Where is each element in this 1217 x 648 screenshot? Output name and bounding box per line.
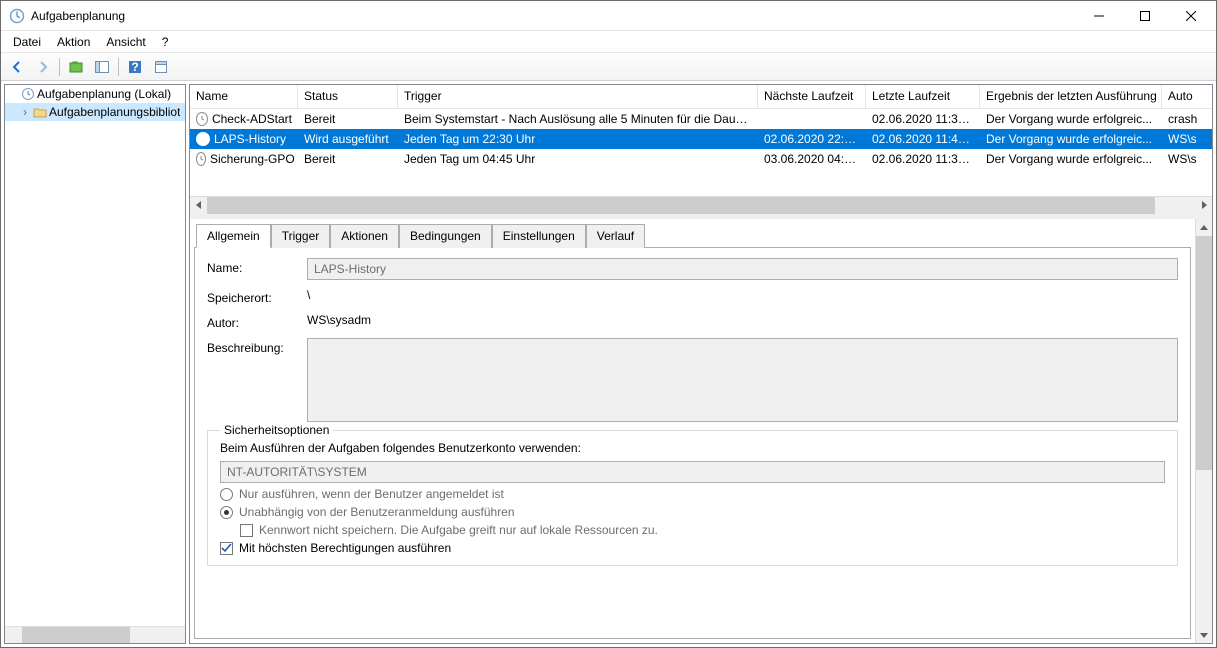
app-icon [9, 8, 25, 24]
scroll-left-icon[interactable] [190, 197, 207, 214]
col-name[interactable]: Name [190, 85, 298, 108]
menu-file[interactable]: Datei [5, 33, 49, 51]
navigation-tree[interactable]: Aufgabenplanung (Lokal) › Aufgabenplanun… [4, 84, 186, 644]
tab-general[interactable]: Allgemein [196, 224, 271, 248]
location-label: Speicherort: [207, 288, 307, 305]
show-hide-tree-button[interactable] [90, 55, 114, 79]
tree-item-label: Aufgabenplanungsbibliot [49, 105, 180, 119]
task-scheduler-window: Aufgabenplanung Datei Aktion Ansicht ? ? [0, 0, 1217, 648]
table-row[interactable]: Check-ADStart Bereit Beim Systemstart - … [190, 109, 1212, 129]
col-author[interactable]: Auto [1162, 85, 1212, 108]
forward-button[interactable] [31, 55, 55, 79]
titlebar[interactable]: Aufgabenplanung [1, 1, 1216, 31]
window-title: Aufgabenplanung [31, 9, 1076, 23]
clock-icon [21, 87, 35, 101]
toolbar-separator [59, 58, 60, 76]
menu-view[interactable]: Ansicht [98, 33, 153, 51]
table-row[interactable]: Sicherung-GPO Bereit Jeden Tag um 04:45 … [190, 149, 1212, 169]
security-options-group: Sicherheitsoptionen Beim Ausführen der A… [207, 430, 1178, 566]
col-last[interactable]: Letzte Laufzeit [866, 85, 980, 108]
account-hint: Beim Ausführen der Aufgaben folgendes Be… [220, 441, 1165, 455]
task-list: Name Status Trigger Nächste Laufzeit Let… [190, 85, 1212, 213]
tree-item-label: Aufgabenplanung (Lokal) [37, 87, 171, 101]
clock-icon [196, 112, 208, 126]
scroll-up-icon[interactable] [1196, 219, 1212, 236]
folder-icon [33, 105, 47, 119]
menubar: Datei Aktion Ansicht ? [1, 31, 1216, 53]
security-legend: Sicherheitsoptionen [220, 423, 333, 437]
content-pane: Name Status Trigger Nächste Laufzeit Let… [189, 84, 1213, 644]
close-button[interactable] [1168, 1, 1214, 30]
radio-run-logged-on[interactable]: Nur ausführen, wenn der Benutzer angemel… [220, 487, 1165, 501]
radio-run-any[interactable]: Unabhängig von der Benutzeranmeldung aus… [220, 505, 1165, 519]
checkbox-highest-privileges[interactable]: Mit höchsten Berechtigungen ausführen [220, 541, 1165, 555]
col-status[interactable]: Status [298, 85, 398, 108]
description-field[interactable] [307, 338, 1178, 422]
account-field[interactable]: NT-AUTORITÄT\SYSTEM [220, 461, 1165, 483]
menu-action[interactable]: Aktion [49, 33, 98, 51]
location-value: \ [307, 288, 1178, 302]
tab-conditions[interactable]: Bedingungen [399, 224, 492, 248]
col-next[interactable]: Nächste Laufzeit [758, 85, 866, 108]
col-result[interactable]: Ergebnis der letzten Ausführung [980, 85, 1162, 108]
tab-trigger[interactable]: Trigger [271, 224, 331, 248]
tab-settings[interactable]: Einstellungen [492, 224, 586, 248]
checkbox-no-password[interactable]: Kennwort nicht speichern. Die Aufgabe gr… [240, 523, 1165, 537]
toolbar-separator [118, 58, 119, 76]
help-button[interactable]: ? [123, 55, 147, 79]
task-list-header: Name Status Trigger Nächste Laufzeit Let… [190, 85, 1212, 109]
col-trigger[interactable]: Trigger [398, 85, 758, 108]
menu-help[interactable]: ? [154, 33, 177, 51]
checkbox-icon [240, 524, 253, 537]
author-label: Autor: [207, 313, 307, 330]
tree-library[interactable]: › Aufgabenplanungsbibliot [5, 103, 185, 121]
radio-icon [220, 488, 233, 501]
tab-history[interactable]: Verlauf [586, 224, 645, 248]
table-row[interactable]: LAPS-History Wird ausgeführt Jeden Tag u… [190, 129, 1212, 149]
task-details: Allgemein Trigger Aktionen Bedingungen E… [190, 219, 1212, 643]
tree-root[interactable]: Aufgabenplanung (Lokal) [5, 85, 185, 103]
clock-icon [196, 152, 206, 166]
scroll-right-icon[interactable] [1195, 197, 1212, 214]
name-field[interactable]: LAPS-History [307, 258, 1178, 280]
maximize-button[interactable] [1122, 1, 1168, 30]
name-label: Name: [207, 258, 307, 275]
svg-text:?: ? [131, 60, 138, 74]
client-area: Aufgabenplanung (Lokal) › Aufgabenplanun… [1, 81, 1216, 647]
task-list-horizontal-scrollbar[interactable] [190, 196, 1212, 213]
minimize-button[interactable] [1076, 1, 1122, 30]
details-vertical-scrollbar[interactable] [1195, 219, 1212, 643]
radio-icon [220, 506, 233, 519]
properties-button[interactable] [149, 55, 173, 79]
author-value: WS\sysadm [307, 313, 1178, 327]
toolbar: ? [1, 53, 1216, 81]
checkbox-icon [220, 542, 233, 555]
tab-general-body: Name: LAPS-History Speicherort: \ Autor:… [194, 248, 1191, 639]
up-button[interactable] [64, 55, 88, 79]
tab-actions[interactable]: Aktionen [330, 224, 399, 248]
tree-expand-icon[interactable]: › [19, 105, 31, 119]
clock-icon [196, 132, 210, 146]
back-button[interactable] [5, 55, 29, 79]
tree-horizontal-scrollbar[interactable] [5, 626, 185, 643]
description-label: Beschreibung: [207, 338, 307, 355]
detail-tabs: Allgemein Trigger Aktionen Bedingungen E… [194, 223, 1191, 248]
scroll-down-icon[interactable] [1196, 626, 1212, 643]
